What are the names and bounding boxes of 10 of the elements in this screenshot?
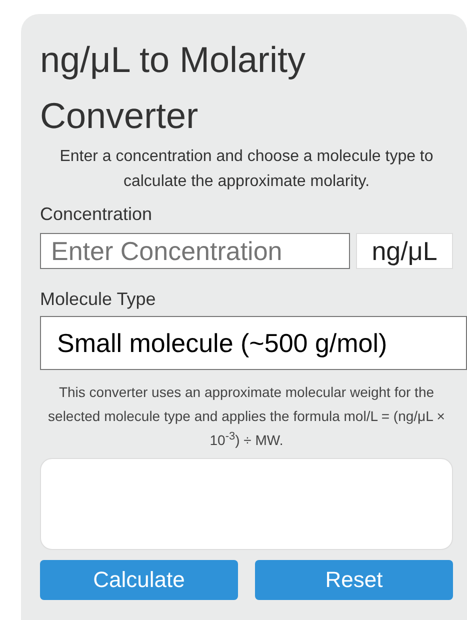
concentration-label: Concentration [40, 204, 154, 225]
formula-note: This converter uses an approximate molecular weight for the selected molecule type and applies the formula mol/L = (ng/μL × 10$^{-3}$) ÷ MW. [47, 383, 446, 450]
reset-button[interactable]: Reset [255, 560, 453, 600]
calculate-button[interactable]: Calculate [40, 560, 238, 600]
page-title: ng/μL to Molarity Converter [40, 38, 307, 138]
concentration-input[interactable]: Enter Concentration [40, 233, 350, 269]
molecule-type-select[interactable]: Small molecule (~500 g/mol) [40, 316, 467, 370]
molecule-type-label: Molecule Type [40, 289, 157, 310]
unit-label: ng/μL [356, 233, 453, 269]
intro-text: Enter a concentration and choose a molecule type to calculate the approximate molarity. [58, 147, 434, 192]
